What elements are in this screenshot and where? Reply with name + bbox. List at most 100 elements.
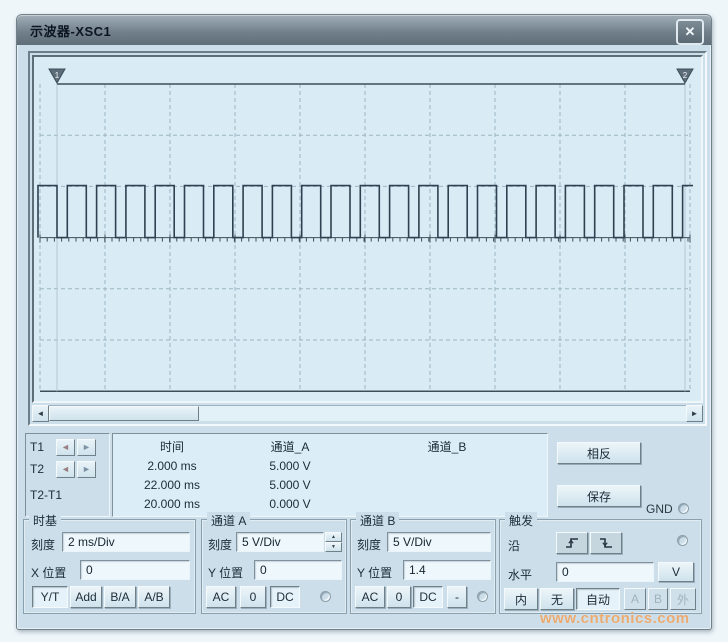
- scope-display-bezel: 12 ◄ ►: [28, 51, 707, 426]
- scope-screen: 12: [32, 55, 703, 403]
- trigger-none-button[interactable]: 无: [540, 588, 574, 610]
- timebase-xpos-input[interactable]: 0: [80, 560, 190, 580]
- channel-b-group-title: 通道 B: [356, 512, 399, 529]
- spin-up-button[interactable]: ▲: [325, 532, 342, 542]
- t2-channel-a-value: 5.000 V: [231, 478, 349, 492]
- channel-a-ypos-input[interactable]: 0: [254, 560, 342, 580]
- trigger-auto-button[interactable]: 自动: [576, 588, 620, 610]
- channel-a-group: 通道 A 刻度 5 V/Div ▲ ▼ Y 位置 0 AC 0 DC: [201, 519, 347, 614]
- timebase-xpos-value: 0: [86, 563, 93, 577]
- measurement-header-row: 时间 通道_A 通道_B: [113, 437, 547, 456]
- reverse-button-label: 相反: [587, 445, 611, 462]
- t1-left-button[interactable]: ◄: [56, 439, 75, 456]
- scroll-right-icon: ►: [691, 409, 699, 418]
- trigger-internal-label: 内: [515, 591, 527, 608]
- scroll-left-button[interactable]: ◄: [32, 405, 49, 422]
- delta-time-value: 20.000 ms: [113, 497, 231, 511]
- channel-a-ac-button[interactable]: AC: [206, 586, 236, 608]
- channel-b-scale-input[interactable]: 5 V/Div: [387, 532, 491, 552]
- channel-b-zero-button[interactable]: 0: [387, 586, 411, 608]
- channel-b-dc-button[interactable]: DC: [413, 586, 443, 608]
- save-button-label: 保存: [587, 488, 611, 505]
- trigger-edge-connector[interactable]: [677, 535, 688, 546]
- delta-channel-a-value: 0.000 V: [231, 497, 349, 511]
- t1-left-arrow-icon: ◄: [61, 443, 70, 452]
- close-button[interactable]: ✕: [676, 19, 704, 45]
- measurement-table: 时间 通道_A 通道_B 2.000 ms 5.000 V 22.000 ms …: [112, 433, 548, 517]
- t1-channel-a-value: 5.000 V: [231, 459, 349, 473]
- trigger-edge-label: 沿: [508, 537, 520, 554]
- trigger-a-button[interactable]: A: [624, 588, 646, 610]
- desktop-background: 示波器-XSC1 ✕ 12 ◄ ►: [0, 0, 728, 642]
- timebase-scale-value: 2 ms/Div: [68, 535, 115, 549]
- horizontal-scrollbar[interactable]: ◄ ►: [32, 405, 703, 422]
- yt-button-label: Y/T: [41, 590, 60, 604]
- channel-a-dc-button[interactable]: DC: [270, 586, 300, 608]
- trigger-rising-edge-button[interactable]: [556, 532, 588, 554]
- scrollbar-track[interactable]: [49, 405, 686, 422]
- channel-b-ac-label: AC: [362, 590, 379, 604]
- timebase-mode-add-button[interactable]: Add: [70, 586, 102, 608]
- channel-a-zero-label: 0: [250, 590, 257, 604]
- channel-a-scale-spinner: ▲ ▼: [325, 532, 342, 552]
- trigger-b-label: B: [654, 592, 662, 606]
- waveform-plot: 12: [34, 57, 697, 401]
- timebase-mode-ba-button[interactable]: B/A: [104, 586, 136, 608]
- channel-b-minus-label: -: [455, 590, 459, 604]
- t2-left-arrow-icon: ◄: [61, 465, 70, 474]
- trigger-level-unit-box: V: [658, 562, 694, 582]
- cursor-delta-label: T2-T1: [30, 488, 62, 502]
- gnd-connector[interactable]: [678, 503, 689, 514]
- channel-a-connector[interactable]: [320, 591, 331, 602]
- trigger-level-unit: V: [672, 565, 680, 579]
- trigger-level-input[interactable]: 0: [556, 562, 654, 582]
- trigger-level-label: 水平: [508, 566, 532, 583]
- channel-a-zero-button[interactable]: 0: [240, 586, 266, 608]
- cursor-t1-label: T1: [30, 440, 56, 454]
- channel-b-connector[interactable]: [477, 591, 488, 602]
- close-icon: ✕: [685, 24, 696, 40]
- cursor-t2-label: T2: [30, 462, 56, 476]
- channel-a-scale-value: 5 V/Div: [242, 535, 281, 549]
- channel-b-ac-button[interactable]: AC: [355, 586, 385, 608]
- timebase-xpos-label: X 位置: [31, 564, 66, 581]
- trigger-falling-edge-button[interactable]: [590, 532, 622, 554]
- cursor-control-box: T1 ◄ ► T2 ◄ ► T2-T1: [25, 433, 110, 517]
- channel-b-zero-label: 0: [396, 590, 403, 604]
- channel-a-scale-label: 刻度: [208, 536, 232, 553]
- timebase-scale-label: 刻度: [31, 536, 55, 553]
- scrollbar-thumb[interactable]: [49, 406, 199, 421]
- gnd-label: GND: [646, 502, 673, 516]
- trigger-group: 触发 沿 水平 0 V 内 无: [499, 519, 702, 614]
- t2-left-button[interactable]: ◄: [56, 461, 75, 478]
- window-title: 示波器-XSC1: [30, 21, 111, 40]
- t1-time-value: 2.000 ms: [113, 459, 231, 473]
- trigger-external-button[interactable]: 外: [670, 588, 696, 610]
- t2-right-button[interactable]: ►: [77, 461, 96, 478]
- trigger-external-label: 外: [677, 591, 689, 608]
- channel-b-minus-button[interactable]: -: [447, 586, 467, 608]
- svg-text:2: 2: [683, 71, 688, 80]
- channel-a-group-title: 通道 A: [207, 512, 250, 529]
- timebase-scale-input[interactable]: 2 ms/Div: [62, 532, 190, 552]
- watermark: www.cntronics.com: [540, 610, 690, 627]
- t1-right-arrow-icon: ►: [82, 443, 91, 452]
- save-button[interactable]: 保存: [557, 485, 641, 507]
- window-titlebar[interactable]: 示波器-XSC1 ✕: [17, 15, 711, 45]
- timebase-mode-yt-button[interactable]: Y/T: [32, 586, 68, 608]
- spin-down-button[interactable]: ▼: [325, 542, 342, 552]
- trigger-internal-button[interactable]: 内: [504, 588, 538, 610]
- channel-b-ypos-input[interactable]: 1.4: [403, 560, 491, 580]
- trigger-a-label: A: [631, 592, 639, 606]
- t2-time-value: 22.000 ms: [113, 478, 231, 492]
- trigger-b-button[interactable]: B: [648, 588, 668, 610]
- t1-right-button[interactable]: ►: [77, 439, 96, 456]
- trigger-level-value: 0: [562, 565, 569, 579]
- reverse-button[interactable]: 相反: [557, 442, 641, 464]
- channel-b-group: 通道 B 刻度 5 V/Div Y 位置 1.4 AC 0 DC -: [350, 519, 496, 614]
- scroll-right-button[interactable]: ►: [686, 405, 703, 422]
- channel-a-ypos-label: Y 位置: [208, 564, 243, 581]
- timebase-mode-ab-button[interactable]: A/B: [138, 586, 170, 608]
- header-time: 时间: [113, 438, 231, 455]
- channel-a-scale-input[interactable]: 5 V/Div: [236, 532, 324, 552]
